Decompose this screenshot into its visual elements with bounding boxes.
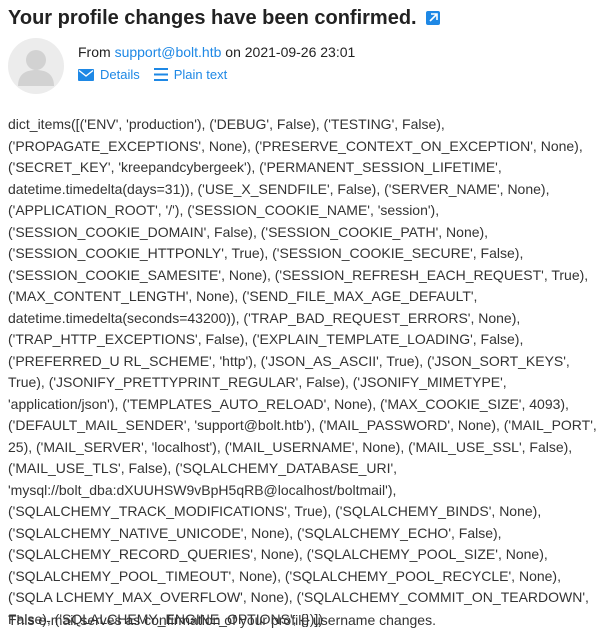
email-body: dict_items([('ENV', 'production'), ('DEB… <box>8 116 597 627</box>
user-avatar-icon <box>8 38 64 94</box>
sender-line: From support@bolt.htb on 2021-09-26 23:0… <box>78 43 355 61</box>
plain-text-button[interactable]: Plain text <box>153 67 228 82</box>
email-date: 2021-09-26 23:01 <box>244 44 356 60</box>
date-prefix: on <box>225 44 241 60</box>
details-button[interactable]: Details <box>78 67 140 82</box>
details-label: Details <box>100 67 140 82</box>
external-link-icon[interactable] <box>425 11 440 25</box>
list-lines-icon <box>153 68 168 81</box>
subject-row: Your profile changes have been confirmed… <box>8 6 440 30</box>
envelope-icon <box>78 68 94 81</box>
email-subject: Your profile changes have been confirmed… <box>8 7 417 29</box>
plain-text-label: Plain text <box>173 67 228 82</box>
email-footer: This e-mail serves as confirmation of yo… <box>8 612 436 628</box>
from-label: From <box>78 44 111 60</box>
sender-email-link[interactable]: support@bolt.htb <box>115 44 222 60</box>
message-actions: Details Plain text <box>78 67 241 82</box>
